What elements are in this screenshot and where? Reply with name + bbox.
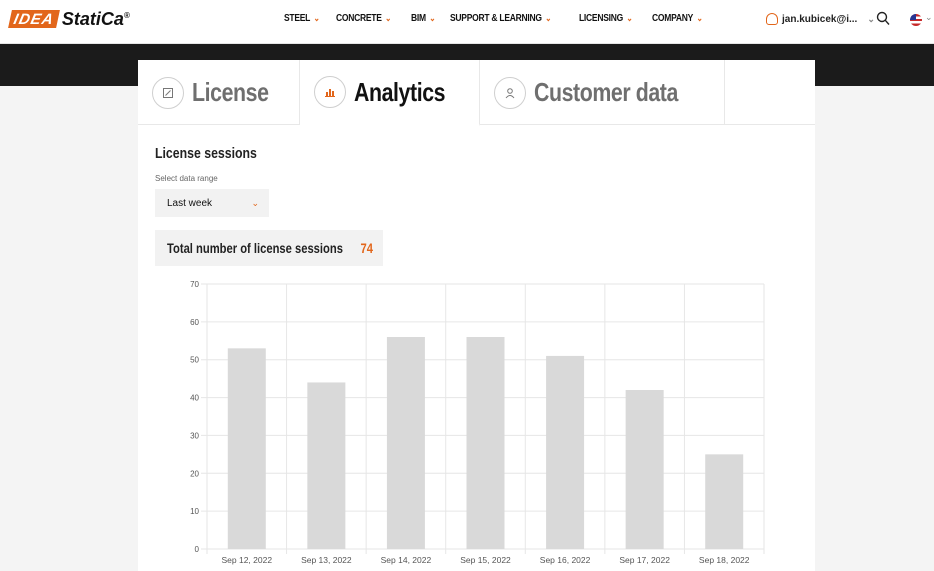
- user-menu[interactable]: jan.kubicek@i... ⌄: [766, 13, 875, 25]
- chevron-down-icon: ⌄: [313, 13, 320, 23]
- chevron-down-icon: ⌄: [696, 13, 703, 23]
- nav-item-licensing[interactable]: LICENSING ⌄: [579, 13, 633, 24]
- nav-item-concrete[interactable]: CONCRETE ⌄: [336, 13, 391, 24]
- x-tick-label: Sep 15, 2022: [460, 555, 511, 565]
- nav-item-company[interactable]: COMPANY ⌄: [652, 13, 703, 24]
- x-tick-label: Sep 12, 2022: [221, 555, 272, 565]
- y-tick-label: 60: [190, 318, 199, 327]
- analytics-panel: License Analytics Customer data License …: [138, 60, 815, 571]
- nav-item-label: CONCRETE: [335, 13, 382, 24]
- bar: [625, 390, 664, 549]
- us-flag-icon[interactable]: [910, 14, 922, 26]
- flag-canton: [910, 14, 916, 20]
- user-icon: [766, 13, 778, 25]
- nav-item-label: BIM: [410, 13, 426, 24]
- nav-item-label: LICENSING: [578, 13, 623, 24]
- x-tick-label: Sep 17, 2022: [619, 555, 670, 565]
- search-icon[interactable]: [876, 11, 890, 27]
- chevron-down-icon: ⌄: [385, 13, 392, 23]
- bar: [307, 382, 346, 549]
- x-tick-label: Sep 13, 2022: [301, 555, 352, 565]
- user-email: jan.kubicek@i...: [782, 13, 858, 25]
- nav-item-steel[interactable]: STEEL ⌄: [284, 13, 320, 24]
- nav-item-label: STEEL: [284, 13, 311, 24]
- y-tick-label: 10: [190, 507, 199, 516]
- license-sessions-chart: 0 10 20 30 40 50 60 70 Sep 12, 2022 Sep 13, 2022 S…: [190, 280, 765, 565]
- chevron-down-icon: ⌄: [626, 13, 633, 23]
- y-tick-label: 40: [190, 394, 199, 403]
- bar: [386, 337, 425, 549]
- chevron-down-icon[interactable]: ⌄: [925, 12, 933, 23]
- y-tick-label: 50: [190, 356, 199, 365]
- x-tick-label: Sep 16, 2022: [540, 555, 591, 565]
- y-tick-label: 30: [190, 431, 199, 440]
- y-tick-label: 0: [195, 545, 200, 554]
- logo-text: StatiCa®: [62, 9, 130, 30]
- nav-item-label: SUPPORT & LEARNING: [449, 13, 542, 24]
- chevron-down-icon: ⌄: [429, 13, 436, 23]
- logo-registered-mark: ®: [123, 10, 130, 20]
- chevron-down-icon: ⌄: [544, 13, 551, 23]
- chevron-down-icon: ⌄: [867, 13, 875, 24]
- x-tick-label: Sep 14, 2022: [381, 555, 432, 565]
- nav-item-bim[interactable]: BIM ⌄: [410, 13, 436, 24]
- top-navigation-bar: IDEA StatiCa® STEEL ⌄ CONCRETE ⌄ BIM ⌄ SUPP…: [0, 0, 934, 44]
- idea-statica-logo[interactable]: IDEA StatiCa®: [8, 8, 130, 30]
- bar: [546, 355, 585, 549]
- nav-item-support-learning[interactable]: SUPPORT & LEARNING ⌄: [449, 13, 552, 24]
- x-tick-label: Sep 18, 2022: [699, 555, 750, 565]
- bar: [227, 348, 266, 549]
- nav-item-label: COMPANY: [651, 13, 693, 24]
- logo-text-label: StatiCa: [61, 8, 124, 29]
- logo-mark: IDEA: [8, 10, 60, 28]
- y-tick-label: 70: [190, 280, 199, 289]
- y-tick-label: 20: [190, 469, 199, 478]
- bar: [705, 454, 744, 549]
- main-nav: STEEL ⌄ CONCRETE ⌄ BIM ⌄ SUPPORT & LEARNING…: [284, 13, 711, 24]
- bar: [466, 337, 505, 549]
